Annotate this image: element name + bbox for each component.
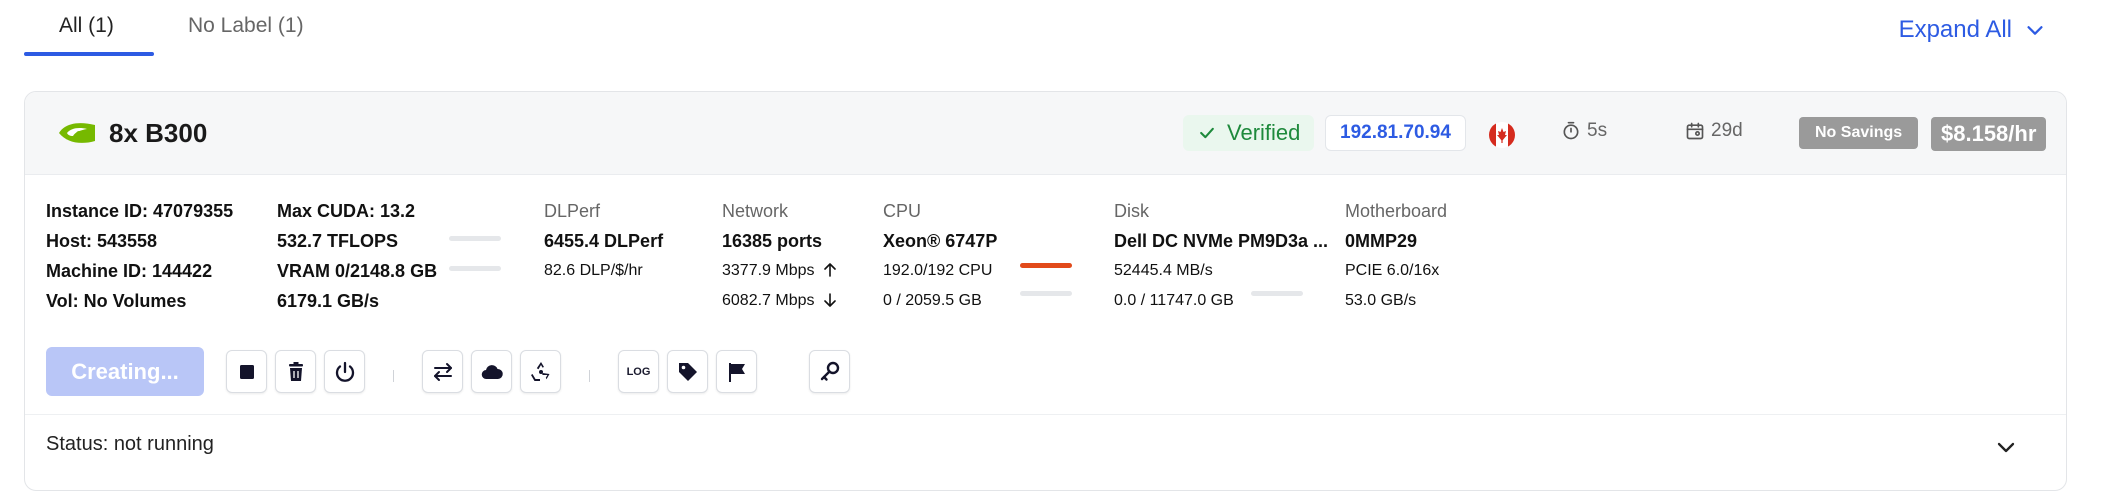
delete-icon	[288, 361, 303, 381]
cpu-label: CPU	[883, 201, 922, 221]
pcie-bandwidth: 53.0 GB/s	[1345, 292, 1417, 309]
cpu-cores-bar	[1020, 263, 1072, 268]
transfer-icon	[433, 362, 452, 381]
canada-flag-icon	[1489, 122, 1515, 148]
active-tab-indicator	[24, 52, 154, 56]
gpu-bandwidth: 6179.1 GB/s	[277, 291, 380, 311]
status-row[interactable]: Status: not running	[25, 414, 2066, 469]
disk-speed: 52445.4 MB/s	[1114, 262, 1213, 279]
cpu-ram: 0 / 2059.5 GB	[883, 292, 982, 309]
max-cuda: Max CUDA: 13.2	[277, 201, 416, 221]
cloud-sync-button[interactable]	[471, 350, 512, 393]
motherboard-label: Motherboard	[1345, 201, 1448, 221]
tflops: 532.7 TFLOPS	[277, 231, 399, 251]
verified-label: Verified	[1227, 120, 1301, 145]
upload-speed: 3377.9 Mbps	[722, 262, 815, 279]
tab-all[interactable]: All (1)	[59, 14, 114, 38]
cpu-model: Xeon® 6747P	[883, 231, 998, 251]
check-icon	[1200, 127, 1214, 139]
ssh-key-button[interactable]	[809, 350, 850, 393]
motherboard-column: Motherboard 0MMP29 PCIE 6.0/16x 53.0 GB/…	[1345, 196, 1447, 316]
recycle-button[interactable]	[520, 350, 561, 393]
dlperf-column: DLPerf 6455.4 DLPerf 82.6 DLP/$/hr	[544, 196, 663, 286]
network-ports: 16385 ports	[722, 231, 823, 251]
volume-info: Vol: No Volumes	[46, 291, 187, 311]
verified-badge: Verified	[1183, 115, 1315, 151]
tflops-bar	[449, 236, 501, 241]
price-badge: $8.158/hr	[1931, 117, 2047, 151]
calendar-icon	[1686, 122, 1704, 140]
network-label: Network	[722, 201, 789, 221]
arrow-down-icon	[824, 293, 836, 307]
instance-status: Status: not running	[46, 433, 214, 455]
log-icon: LOG	[626, 365, 651, 378]
nvidia-logo-icon	[59, 123, 95, 143]
download-speed: 6082.7 Mbps	[722, 292, 815, 309]
chevron-down-icon	[2027, 26, 2043, 35]
instance-card-header: 8x B300 Verified 192.81.70.94 5s 29d No …	[25, 92, 2066, 175]
vram-bar	[449, 266, 501, 271]
pcie-info: PCIE 6.0/16x	[1345, 262, 1440, 279]
action-separator-2	[589, 370, 590, 382]
dlperf-label: DLPerf	[544, 201, 601, 221]
tag-button[interactable]	[667, 350, 708, 393]
disk-label: Disk	[1114, 201, 1149, 221]
chevron-down-icon[interactable]	[1994, 435, 2018, 459]
host-id: Host: 543558	[46, 231, 158, 251]
gpu-column: Max CUDA: 13.2 532.7 TFLOPS VRAM 0/2148.…	[277, 196, 437, 316]
network-download: 6082.7 Mbps	[722, 286, 837, 316]
instance-id: Instance ID: 47079355	[46, 201, 234, 221]
expand-all-label: Expand All	[1898, 16, 2012, 43]
stop-button[interactable]	[226, 350, 267, 393]
age-value: 29d	[1711, 120, 1743, 141]
delete-button[interactable]	[275, 350, 316, 393]
instance-actions: Creating... LOG	[25, 342, 2066, 402]
cpu-cores-bar-fill	[1020, 263, 1072, 268]
instance-tabs: All (1) No Label (1) Expand All	[24, 0, 2064, 58]
disk-model: Dell DC NVMe PM9D3a ...	[1114, 231, 1329, 251]
flag-icon	[728, 362, 745, 382]
no-savings-badge[interactable]: No Savings	[1799, 117, 1919, 149]
machine-id: Machine ID: 144422	[46, 261, 213, 281]
uptime-stat: 5s	[1561, 120, 1607, 142]
arrow-up-icon	[824, 263, 836, 277]
stop-icon	[239, 364, 254, 379]
transfer-button[interactable]	[422, 350, 463, 393]
flag-button[interactable]	[716, 350, 757, 393]
vram: VRAM 0/2148.8 GB	[277, 261, 438, 281]
action-separator	[393, 370, 394, 382]
key-icon	[820, 361, 839, 381]
disk-column: Disk Dell DC NVMe PM9D3a ... 52445.4 MB/…	[1114, 196, 1328, 316]
disk-usage-bar	[1251, 291, 1303, 296]
tag-icon	[678, 362, 697, 381]
age-stat: 29d	[1685, 120, 1743, 142]
network-column: Network 16385 ports 3377.9 Mbps 6082.7 M…	[722, 196, 837, 316]
motherboard-model: 0MMP29	[1345, 231, 1418, 251]
instance-card: 8x B300 Verified 192.81.70.94 5s 29d No …	[24, 91, 2067, 491]
cpu-column: CPU Xeon® 6747P 192.0/192 CPU 0 / 2059.5…	[883, 196, 997, 316]
dlperf-value: 6455.4 DLPerf	[544, 231, 664, 251]
uptime-value: 5s	[1587, 120, 1608, 141]
tab-no-label[interactable]: No Label (1)	[188, 14, 304, 38]
network-upload: 3377.9 Mbps	[722, 256, 837, 286]
power-button[interactable]	[324, 350, 365, 393]
power-icon	[335, 361, 354, 382]
dlperf-per-dollar: 82.6 DLP/$/hr	[544, 262, 643, 279]
log-button[interactable]: LOG	[618, 350, 659, 393]
expand-all-button[interactable]: Expand All	[1899, 16, 2046, 44]
creating-button[interactable]: Creating...	[46, 347, 204, 396]
ids-column: Instance ID: 47079355 Host: 543558 Machi…	[46, 196, 233, 316]
cpu-cores: 192.0/192 CPU	[883, 262, 993, 279]
cloud-icon	[481, 364, 503, 379]
cpu-ram-bar	[1020, 291, 1072, 296]
ip-address-button[interactable]: 192.81.70.94	[1325, 115, 1466, 151]
recycle-icon	[530, 361, 549, 381]
gpu-name: 8x B300	[109, 118, 208, 148]
stopwatch-icon	[1563, 121, 1579, 140]
